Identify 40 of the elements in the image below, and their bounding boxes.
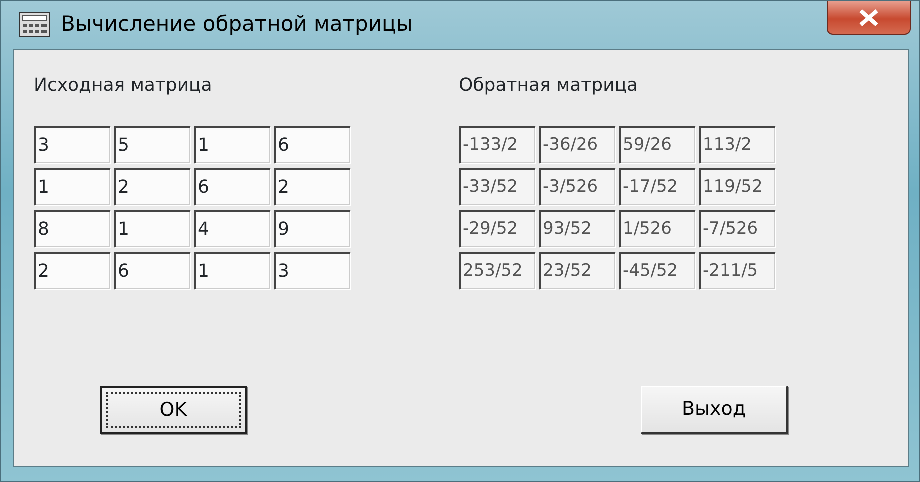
matrix-cell-field[interactable]: 93/52 — [539, 210, 616, 248]
matrix-cell-field[interactable]: 3 — [34, 126, 111, 164]
matrix-cell-field[interactable]: 1/526 — [619, 210, 696, 248]
matrix-cell-field[interactable]: 2 — [34, 252, 111, 290]
close-icon — [858, 8, 880, 26]
matrix-cell-field[interactable]: 1 — [194, 252, 271, 290]
matrix-cell-field[interactable]: 6 — [274, 126, 351, 164]
matrix-cell-field[interactable]: 3 — [274, 252, 351, 290]
matrix-cell-field[interactable]: 2 — [274, 168, 351, 206]
matrix-cell-field[interactable]: 1 — [34, 168, 111, 206]
matrix-label: Обратная матрица — [459, 74, 640, 96]
dialog-button[interactable]: OK — [100, 386, 247, 434]
matrix-cell-field[interactable]: -45/52 — [619, 252, 696, 290]
matrix-cell-field[interactable]: -36/26 — [539, 126, 616, 164]
matrix-cell-field[interactable]: -211/5 — [699, 252, 776, 290]
matrix-cell-field[interactable]: -33/52 — [459, 168, 536, 206]
matrix-cell-field[interactable]: -29/52 — [459, 210, 536, 248]
matrix-label: Исходная матрица — [34, 74, 214, 96]
matrix-cell-field[interactable]: -133/2 — [459, 126, 536, 164]
matrix-cell-field[interactable]: 6 — [194, 168, 271, 206]
matrix-cell-field[interactable]: 253/52 — [459, 252, 536, 290]
matrix-cell-field[interactable]: 113/2 — [699, 126, 776, 164]
calculator-icon — [19, 12, 51, 38]
matrix-cell-field[interactable]: 23/52 — [539, 252, 616, 290]
matrix-cell-field[interactable]: 2 — [114, 168, 191, 206]
matrix-cell-field[interactable]: 5 — [114, 126, 191, 164]
dialog-button[interactable]: Выход — [641, 386, 788, 434]
matrix-cell-field[interactable]: 9 — [274, 210, 351, 248]
matrix-cell-field[interactable]: -7/526 — [699, 210, 776, 248]
matrix-cell-field[interactable]: 1 — [114, 210, 191, 248]
matrix-cell-field[interactable]: 6 — [114, 252, 191, 290]
matrix-cell-field[interactable]: 8 — [34, 210, 111, 248]
matrix-cell-field[interactable]: 1 — [194, 126, 271, 164]
close-button[interactable] — [827, 1, 911, 35]
matrix-cell-field[interactable]: -3/526 — [539, 168, 616, 206]
matrix-cell-field[interactable]: 4 — [194, 210, 271, 248]
matrix-cell-field[interactable]: -17/52 — [619, 168, 696, 206]
matrix-cell-field[interactable]: 119/52 — [699, 168, 776, 206]
matrix-cell-field[interactable]: 59/26 — [619, 126, 696, 164]
window-title: Вычисление обратной матрицы — [61, 11, 413, 38]
